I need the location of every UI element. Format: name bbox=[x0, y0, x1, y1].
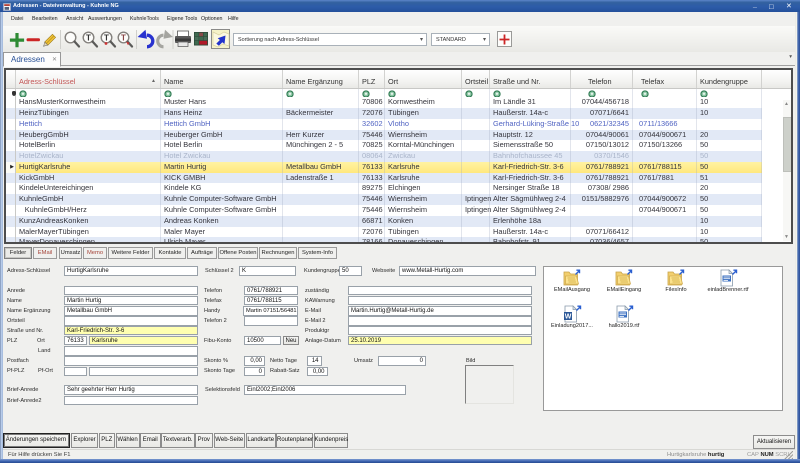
svg-text:W: W bbox=[565, 314, 572, 321]
svg-text:T: T bbox=[121, 34, 126, 43]
svg-text:T: T bbox=[86, 34, 91, 43]
svg-text:T: T bbox=[104, 34, 109, 43]
